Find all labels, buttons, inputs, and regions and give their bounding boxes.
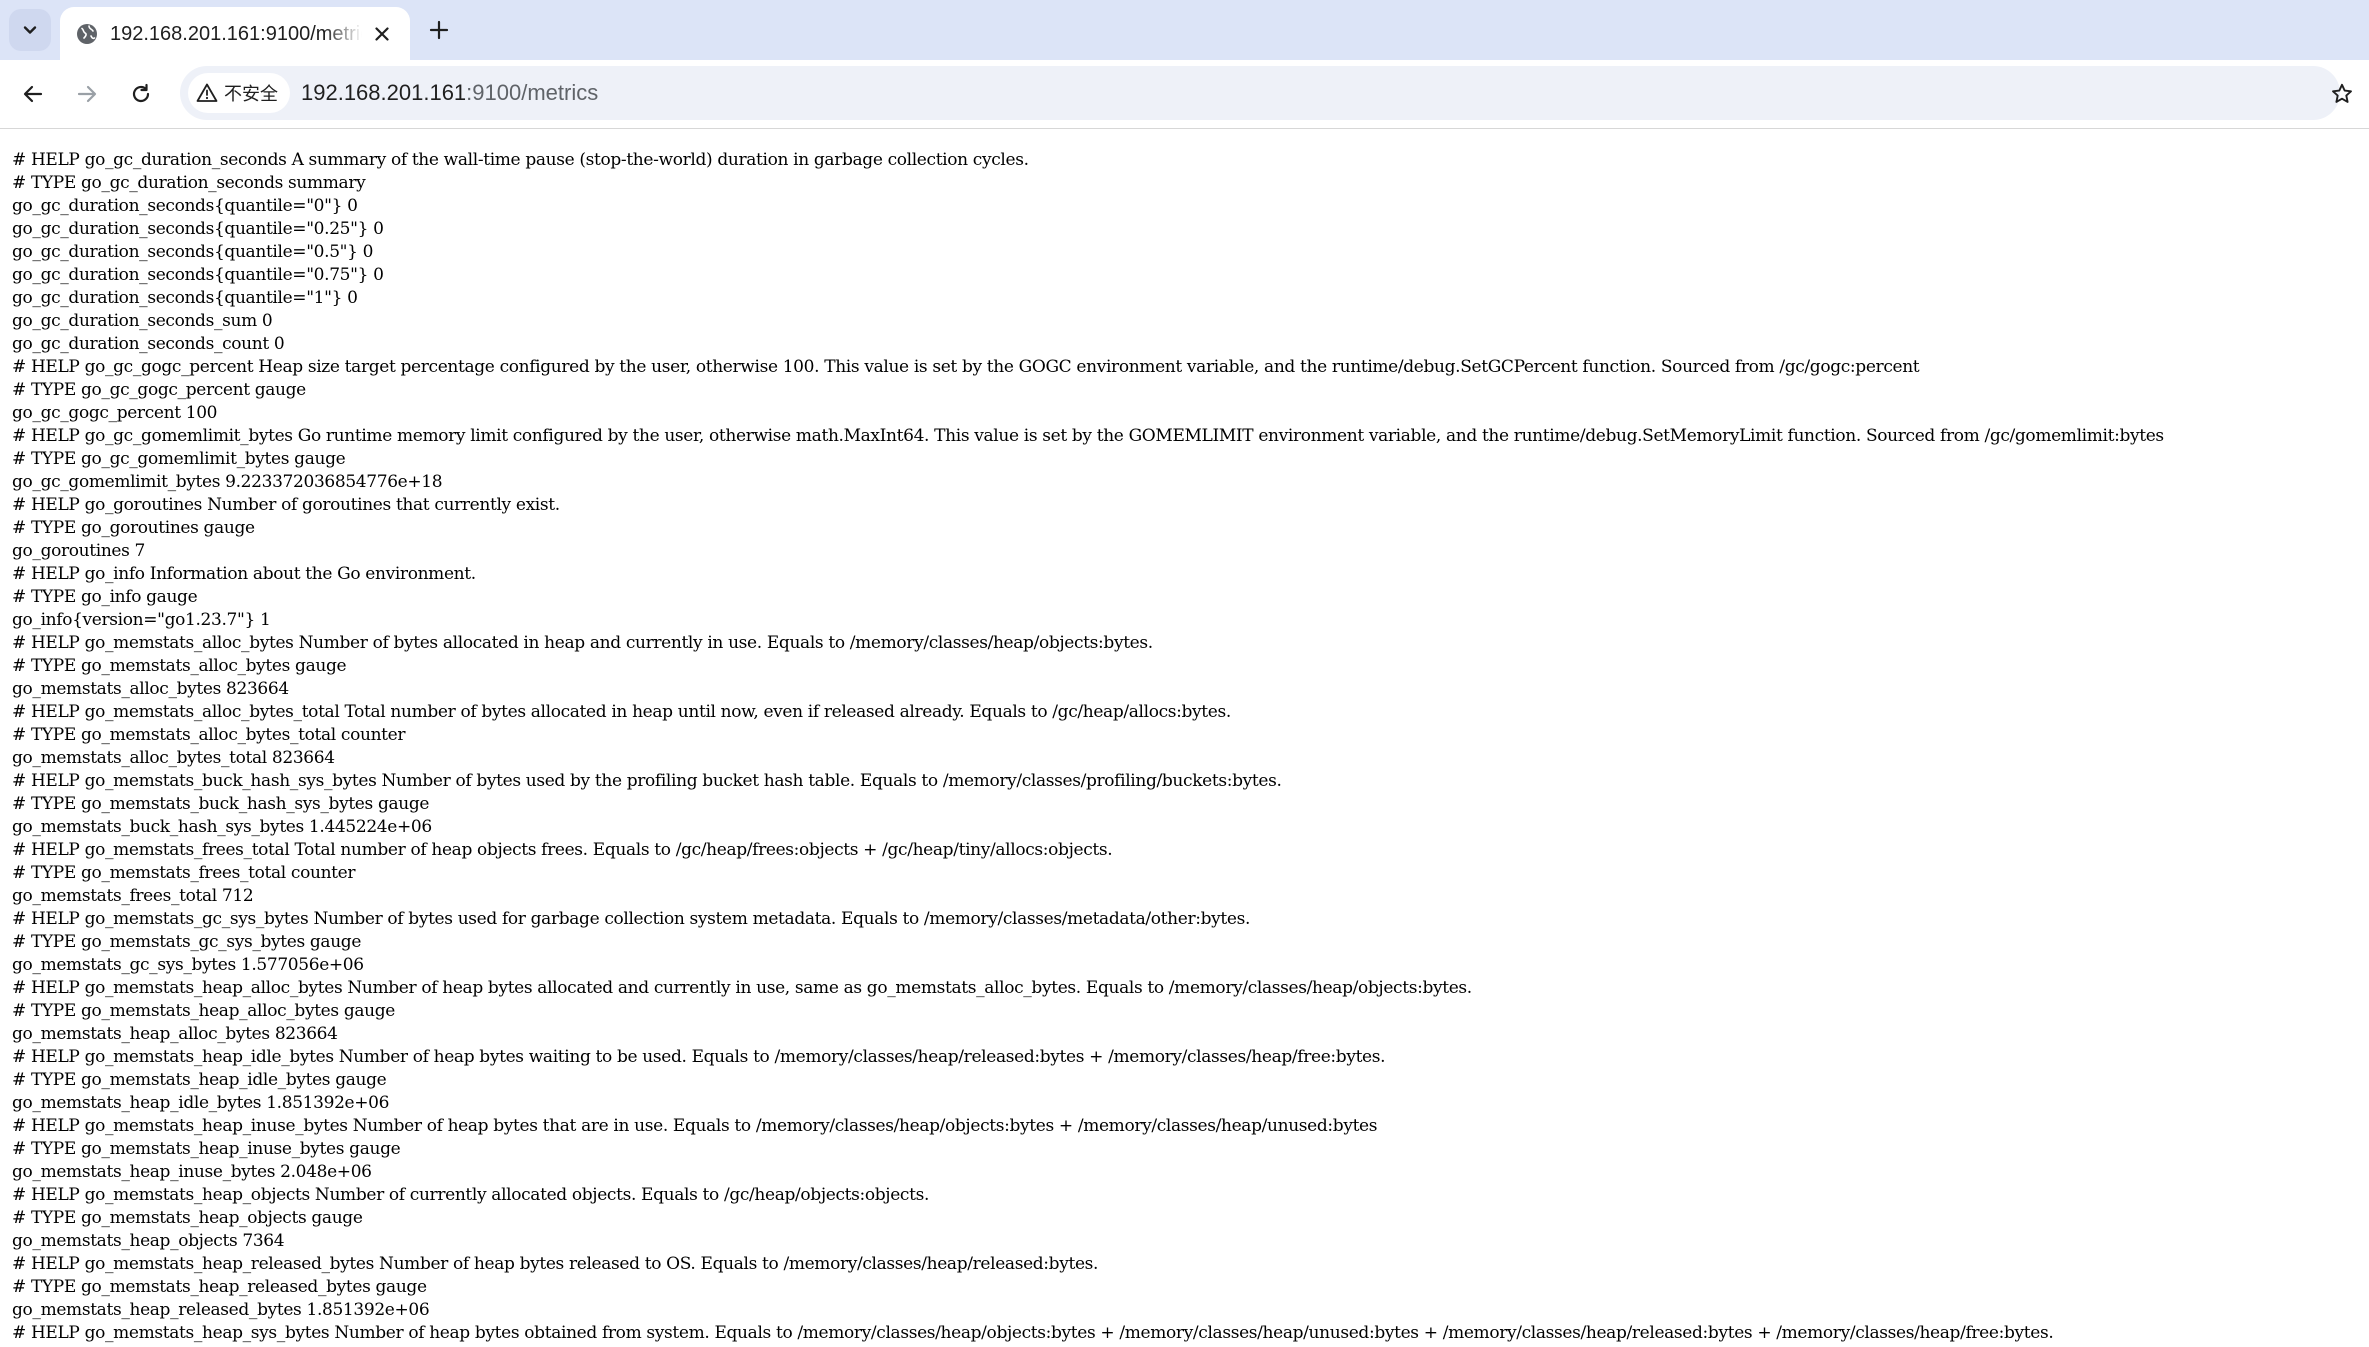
metrics-line: go_memstats_gc_sys_bytes 1.577056e+06 [12,955,364,975]
new-tab-button[interactable] [422,13,456,47]
metrics-line: # TYPE go_memstats_heap_idle_bytes gauge [12,1070,387,1090]
metrics-line: # HELP go_memstats_heap_idle_bytes Numbe… [12,1047,1386,1067]
metrics-line: # HELP go_memstats_alloc_bytes Number of… [12,633,1153,653]
reload-icon [132,83,150,103]
metrics-line: # HELP go_goroutines Number of goroutine… [12,495,560,515]
tab-strip: 192.168.201.161:9100/metrics [0,0,2369,60]
metrics-line: go_memstats_heap_inuse_bytes 2.048e+06 [12,1162,372,1182]
metrics-line: # HELP go_memstats_gc_sys_bytes Number o… [12,909,1251,929]
url-path: :9100/metrics [466,80,599,105]
metrics-line: # TYPE go_memstats_heap_objects gauge [12,1208,363,1228]
metrics-line: go_gc_duration_seconds_count 0 [12,334,285,354]
metrics-line: go_gc_gogc_percent 100 [12,403,218,423]
plus-icon [429,20,449,40]
metrics-line: go_memstats_alloc_bytes_total 823664 [12,748,335,768]
metrics-line: # HELP go_gc_duration_seconds A summary … [12,150,1029,170]
metrics-line: # TYPE go_memstats_alloc_bytes_total cou… [12,725,406,745]
metrics-line: # HELP go_memstats_heap_inuse_bytes Numb… [12,1116,1378,1136]
address-bar[interactable]: 不安全 192.168.201.161:9100/metrics [180,66,2340,120]
toolbar: 不安全 192.168.201.161:9100/metrics [0,60,2369,129]
metrics-line: go_memstats_frees_total 712 [12,886,254,906]
chevron-down-icon [23,26,37,34]
metrics-line: # TYPE go_memstats_frees_total counter [12,863,356,883]
metrics-line: go_memstats_heap_idle_bytes 1.851392e+06 [12,1093,390,1113]
security-indicator[interactable]: 不安全 [188,73,290,113]
metrics-line: # TYPE go_memstats_alloc_bytes gauge [12,656,347,676]
tab-search-button[interactable] [9,9,51,51]
metrics-line: go_gc_duration_seconds{quantile="0"} 0 [12,196,358,216]
metrics-line: go_memstats_heap_released_bytes 1.851392… [12,1300,430,1320]
metrics-line: # TYPE go_info gauge [12,587,198,607]
metrics-line: # HELP go_gc_gomemlimit_bytes Go runtime… [12,426,2164,446]
bookmark-button[interactable] [2325,77,2359,111]
metrics-line: # HELP go_memstats_buck_hash_sys_bytes N… [12,771,1282,791]
url-text[interactable]: 192.168.201.161:9100/metrics [301,66,598,120]
metrics-line: # HELP go_memstats_alloc_bytes_total Tot… [12,702,1231,722]
metrics-line: go_memstats_buck_hash_sys_bytes 1.445224… [12,817,432,837]
metrics-line: # HELP go_memstats_heap_alloc_bytes Numb… [12,978,1472,998]
metrics-line: # HELP go_memstats_heap_released_bytes N… [12,1254,1099,1274]
back-button[interactable] [16,77,50,111]
metrics-line: # HELP go_memstats_frees_total Total num… [12,840,1113,860]
tab-active[interactable]: 192.168.201.161:9100/metrics [60,7,410,60]
metrics-line: go_memstats_heap_alloc_bytes 823664 [12,1024,338,1044]
metrics-line: # TYPE go_memstats_gc_sys_bytes gauge [12,932,362,952]
metrics-line: # TYPE go_memstats_buck_hash_sys_bytes g… [12,794,430,814]
metrics-line: go_gc_duration_seconds{quantile="0.5"} 0 [12,242,374,262]
star-icon [2332,83,2352,103]
metrics-text: # HELP go_gc_duration_seconds A summary … [12,149,2364,1347]
metrics-line: # TYPE go_gc_duration_seconds summary [12,173,366,193]
globe-icon [77,24,97,44]
metrics-line: go_info{version="go1.23.7"} 1 [12,610,271,630]
metrics-line: # TYPE go_gc_gomemlimit_bytes gauge [12,449,346,469]
metrics-line: go_goroutines 7 [12,541,146,561]
back-arrow-icon [23,85,43,103]
metrics-line: go_gc_duration_seconds{quantile="1"} 0 [12,288,358,308]
forward-button[interactable] [70,77,104,111]
metrics-line: # TYPE go_memstats_heap_alloc_bytes gaug… [12,1001,395,1021]
metrics-line: # HELP go_memstats_heap_sys_bytes Number… [12,1323,2054,1343]
metrics-line: # TYPE go_memstats_heap_inuse_bytes gaug… [12,1139,401,1159]
url-host: 192.168.201.161 [301,80,467,105]
metrics-line: # HELP go_info Information about the Go … [12,564,476,584]
reload-button[interactable] [124,77,158,111]
metrics-line: go_memstats_alloc_bytes 823664 [12,679,289,699]
metrics-line: # TYPE go_goroutines gauge [12,518,255,538]
metrics-line: go_gc_duration_seconds{quantile="0.25"} … [12,219,384,239]
forward-arrow-icon [77,85,97,103]
warning-icon [196,83,218,102]
metrics-line: go_gc_duration_seconds_sum 0 [12,311,273,331]
tab-title: 192.168.201.161:9100/metrics [110,23,362,45]
metrics-line: # TYPE go_memstats_heap_released_bytes g… [12,1277,427,1297]
metrics-line: go_gc_duration_seconds{quantile="0.75"} … [12,265,384,285]
metrics-line: # HELP go_gc_gogc_percent Heap size targ… [12,357,1920,377]
security-label: 不安全 [224,84,278,105]
metrics-line: # TYPE go_gc_gogc_percent gauge [12,380,306,400]
metrics-line: go_gc_gomemlimit_bytes 9.223372036854776… [12,472,443,492]
metrics-line: # HELP go_memstats_heap_objects Number o… [12,1185,930,1205]
metrics-line: go_memstats_heap_objects 7364 [12,1231,285,1251]
close-icon[interactable] [370,22,394,46]
